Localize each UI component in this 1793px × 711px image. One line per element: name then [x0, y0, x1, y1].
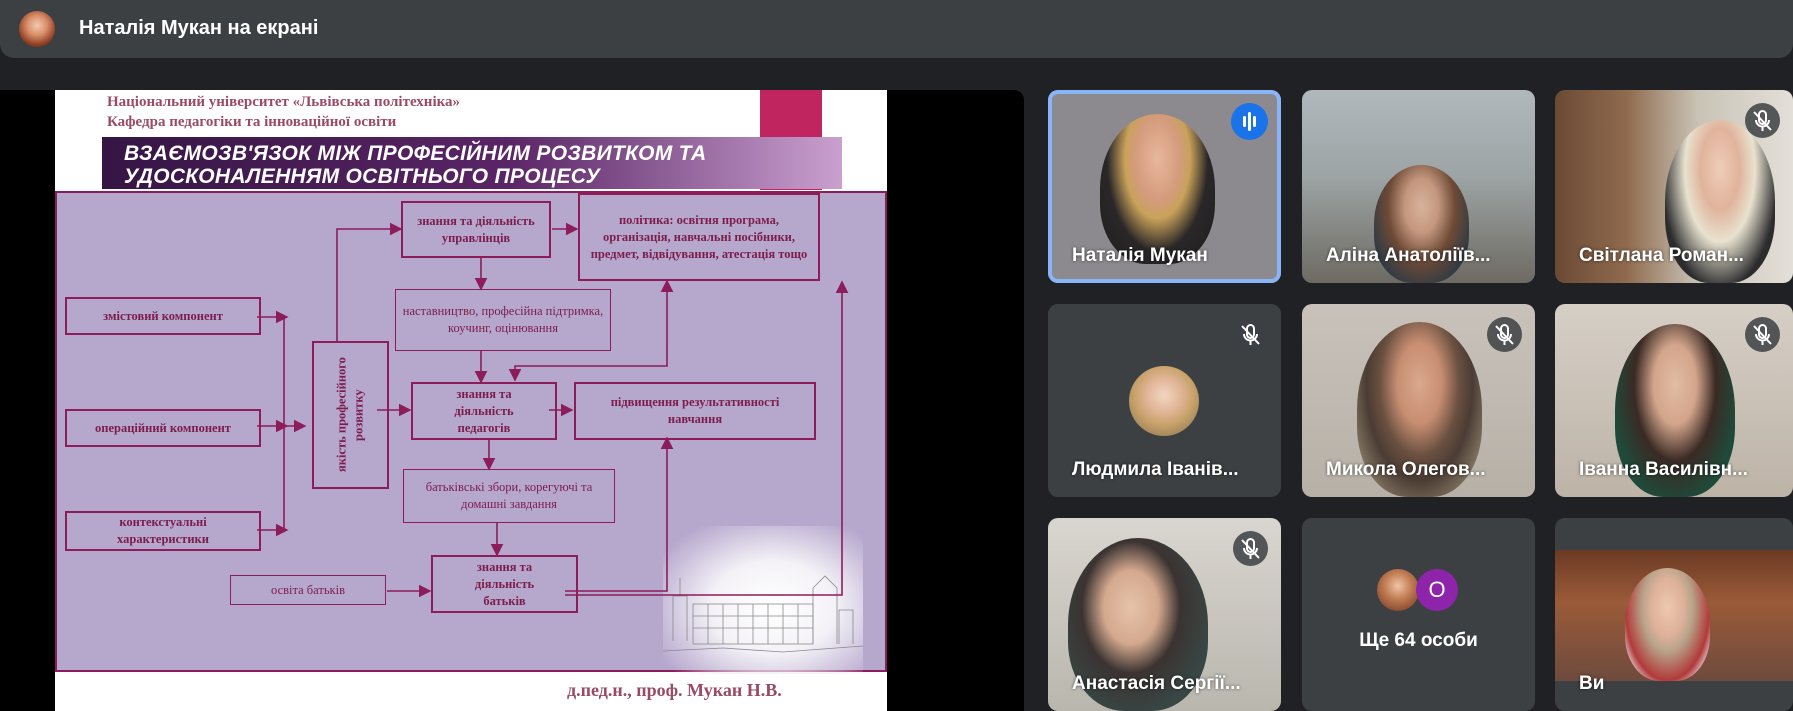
participant-name: Світлана Роман... — [1579, 245, 1744, 266]
self-person — [1625, 568, 1710, 681]
presentation-stage: Національний університет «Львівська полі… — [0, 90, 1024, 711]
slide-title: ВЗАЄМОЗВ'ЯЗОК МІЖ ПРОФЕСІЙНИМ РОЗВИТКОМ … — [124, 142, 706, 188]
mic-off-icon — [1745, 317, 1780, 352]
participant-name: Микола Олегов... — [1326, 459, 1486, 480]
mic-off-icon — [1745, 103, 1780, 138]
slide-title-line1: ВЗАЄМОЗВ'ЯЗОК МІЖ ПРОФЕСІЙНИМ РОЗВИТКОМ … — [124, 142, 707, 165]
box-quality-development: якість професійного розвитку — [312, 341, 389, 489]
participant-tile[interactable]: Наталія Мукан — [1048, 90, 1281, 283]
audio-bars-icon — [1243, 112, 1256, 131]
slide-title-bar: ВЗАЄМОЗВ'ЯЗОК МІЖ ПРОФЕСІЙНИМ РОЗВИТКОМ … — [102, 137, 842, 189]
participant-video — [1100, 114, 1215, 264]
slide-university: Національний університет «Львівська полі… — [107, 94, 461, 110]
participant-name: Наталія Мукан — [1072, 245, 1208, 266]
self-name: Ви — [1579, 673, 1605, 694]
participant-name: Іванна Василівн... — [1579, 459, 1748, 480]
slide-diagram: змістовий компонент операційний компонен… — [55, 191, 887, 674]
mic-off-icon — [1487, 317, 1522, 352]
box-results-improvement: підвищення результативності навчання — [574, 382, 816, 440]
box-managers-knowledge: знання та діяльність управлінців — [401, 201, 551, 258]
slide-header: Національний університет «Львівська полі… — [107, 92, 460, 132]
participant-tile[interactable]: Анастасія Сергії... — [1048, 518, 1281, 711]
participant-avatar — [1129, 366, 1199, 436]
slide-department: Кафедра педагогіки та інноваційної освіт… — [107, 114, 397, 130]
self-video — [1555, 550, 1793, 681]
box-policy: політика: освітня програма, організація,… — [578, 193, 820, 281]
box-content-component: змістовий компонент — [65, 297, 261, 335]
box-operational-component: операційний компонент — [65, 409, 261, 447]
participant-tile[interactable]: Світлана Роман... — [1555, 90, 1793, 283]
more-participants-tile[interactable]: О Ще 64 особи — [1302, 518, 1535, 711]
participant-tile[interactable]: Людмила Іванів... — [1048, 304, 1281, 497]
participant-name: Аліна Анатоліїв... — [1326, 245, 1491, 266]
more-participant-avatar — [1377, 569, 1419, 611]
mic-off-icon — [1233, 531, 1268, 566]
participant-tile[interactable]: Аліна Анатоліїв... — [1302, 90, 1535, 283]
speaking-indicator-icon — [1231, 103, 1268, 140]
box-mentoring: наставництво, професійна підтримка, коуч… — [395, 289, 611, 351]
box-contextual-characteristics: контекстуальні характеристики — [65, 511, 261, 551]
participant-tile[interactable]: Микола Олегов... — [1302, 304, 1535, 497]
self-tile[interactable]: Ви — [1555, 518, 1793, 711]
presenter-title: Наталія Мукан на екрані — [79, 17, 319, 39]
slide-title-line2: УДОСКОНАЛЕННЯМ ОСВІТНЬОГО ПРОЦЕСУ — [124, 165, 600, 188]
more-participant-letter-avatar: О — [1416, 569, 1458, 611]
box-teachers-knowledge: знання та діяльність педагогів — [411, 382, 557, 440]
presentation-slide: Національний університет «Львівська полі… — [55, 90, 887, 711]
box-parents-knowledge: знання та діяльність батьків — [431, 555, 578, 613]
box-parents-education: освіта батьків — [230, 575, 386, 605]
presentation-banner: Наталія Мукан на екрані — [0, 0, 1793, 58]
mic-off-icon — [1233, 317, 1268, 352]
more-participants-label: Ще 64 особи — [1359, 630, 1478, 651]
participant-tile[interactable]: Іванна Василівн... — [1555, 304, 1793, 497]
participant-name: Анастасія Сергії... — [1072, 673, 1241, 694]
slide-footer: д.пед.н., проф. Мукан Н.В. — [567, 680, 782, 700]
participant-name: Людмила Іванів... — [1072, 459, 1239, 480]
box-parent-meetings: батьківські збори, корегуючі та домашні … — [403, 469, 615, 523]
presenter-avatar — [19, 11, 55, 47]
